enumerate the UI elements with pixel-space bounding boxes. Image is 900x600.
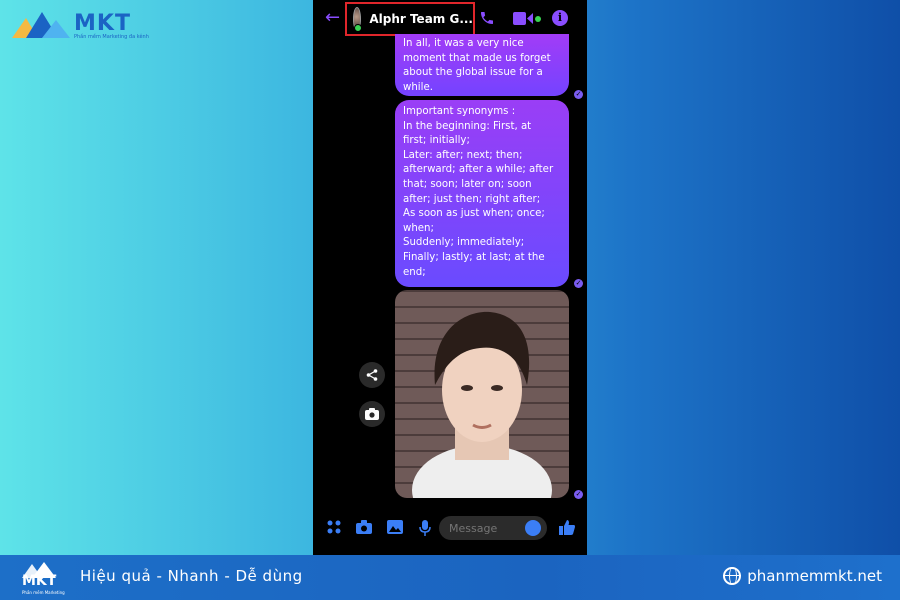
share-icon bbox=[366, 369, 378, 381]
back-arrow-icon[interactable]: ← bbox=[325, 8, 340, 28]
image-icon[interactable] bbox=[387, 520, 403, 534]
website-link[interactable]: phanmemmkt.net bbox=[723, 567, 882, 585]
read-receipt-icon: ✓ bbox=[574, 90, 583, 99]
apps-icon[interactable] bbox=[327, 520, 341, 534]
share-button[interactable] bbox=[359, 362, 385, 388]
chat-title: Alphr Team G... bbox=[369, 12, 473, 26]
globe-icon bbox=[723, 567, 742, 585]
thumbs-up-icon[interactable] bbox=[559, 519, 575, 535]
save-photo-button[interactable] bbox=[359, 401, 385, 427]
tagline: Hiệu quả - Nhanh - Dễ dùng bbox=[80, 567, 303, 585]
website-url: phanmemmkt.net bbox=[747, 567, 882, 585]
brand-logo-text: MKT bbox=[74, 11, 131, 36]
emoji-icon[interactable] bbox=[525, 520, 541, 536]
mic-icon[interactable] bbox=[419, 520, 431, 536]
brand-logo-mark-icon bbox=[12, 12, 70, 38]
message-bubble[interactable]: Important synonyms : In the beginning: F… bbox=[395, 100, 569, 287]
chat-header: ← Alphr Team G... i bbox=[313, 0, 587, 38]
footer-logo-subtitle: Phần mềm Marketing bbox=[22, 590, 65, 595]
read-receipt-icon: ✓ bbox=[574, 279, 583, 288]
composer-bar bbox=[313, 512, 587, 544]
portrait-image bbox=[412, 311, 552, 498]
camera-icon[interactable] bbox=[356, 520, 372, 534]
shared-photo[interactable] bbox=[395, 290, 569, 498]
footer-banner: MKT Phần mềm Marketing Hiệu quả - Nhanh … bbox=[0, 555, 900, 600]
message-bubble[interactable]: In all, it was a very nice moment that m… bbox=[395, 34, 569, 96]
phone-icon[interactable] bbox=[479, 10, 495, 26]
video-active-dot bbox=[535, 16, 541, 22]
read-receipt-icon: ✓ bbox=[574, 490, 583, 499]
phone-screen: ← Alphr Team G... i In all, it was a ver… bbox=[313, 0, 587, 555]
info-icon[interactable]: i bbox=[552, 10, 568, 26]
online-status-dot bbox=[354, 24, 363, 32]
chat-title-highlight[interactable]: Alphr Team G... bbox=[345, 2, 475, 36]
footer-logo-text: MKT bbox=[22, 573, 57, 589]
group-avatar bbox=[353, 7, 363, 32]
camera-icon bbox=[365, 408, 379, 420]
brand-logo-subtitle: Phần mềm Marketing đa kênh bbox=[74, 34, 149, 40]
video-icon[interactable] bbox=[513, 12, 533, 25]
